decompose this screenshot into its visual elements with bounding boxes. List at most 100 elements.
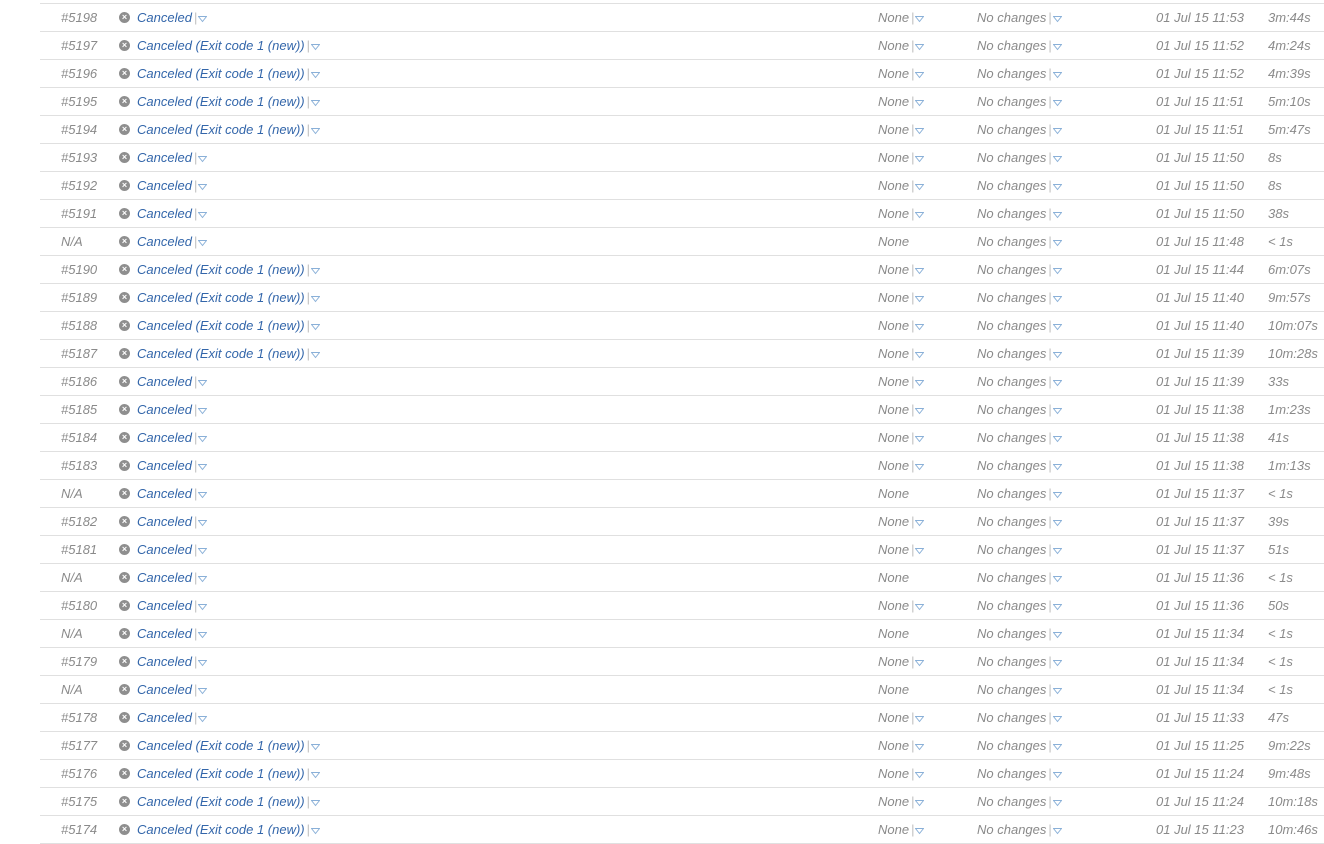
status-dropdown-arrow-icon[interactable] [198,491,208,499]
changes-dropdown-arrow-icon[interactable] [1052,771,1062,779]
build-status-link[interactable]: Canceled [137,710,192,725]
agent-dropdown-arrow-icon[interactable] [915,771,925,779]
build-status-link[interactable]: Canceled (Exit code 1 (new)) [137,346,305,361]
agent-dropdown-arrow-icon[interactable] [915,155,925,163]
status-dropdown-arrow-icon[interactable] [311,71,321,79]
agent-dropdown-arrow-icon[interactable] [915,43,925,51]
build-status-link[interactable]: Canceled [137,10,192,25]
changes-dropdown-arrow-icon[interactable] [1052,379,1062,387]
build-status-link[interactable]: Canceled (Exit code 1 (new)) [137,262,305,277]
agent-dropdown-arrow-icon[interactable] [915,435,925,443]
build-status-link[interactable]: Canceled [137,458,192,473]
changes-dropdown-arrow-icon[interactable] [1052,575,1062,583]
status-dropdown-arrow-icon[interactable] [311,127,321,135]
changes-dropdown-arrow-icon[interactable] [1052,267,1062,275]
status-dropdown-arrow-icon[interactable] [198,603,208,611]
agent-dropdown-arrow-icon[interactable] [915,71,925,79]
changes-dropdown-arrow-icon[interactable] [1052,211,1062,219]
status-dropdown-arrow-icon[interactable] [311,323,321,331]
changes-dropdown-arrow-icon[interactable] [1052,687,1062,695]
status-dropdown-arrow-icon[interactable] [198,211,208,219]
changes-dropdown-arrow-icon[interactable] [1052,407,1062,415]
status-dropdown-arrow-icon[interactable] [198,379,208,387]
status-dropdown-arrow-icon[interactable] [198,183,208,191]
build-status-link[interactable]: Canceled (Exit code 1 (new)) [137,318,305,333]
build-status-link[interactable]: Canceled [137,598,192,613]
changes-dropdown-arrow-icon[interactable] [1052,15,1062,23]
changes-dropdown-arrow-icon[interactable] [1052,715,1062,723]
status-dropdown-arrow-icon[interactable] [198,547,208,555]
status-dropdown-arrow-icon[interactable] [311,99,321,107]
build-status-link[interactable]: Canceled [137,430,192,445]
status-dropdown-arrow-icon[interactable] [198,715,208,723]
agent-dropdown-arrow-icon[interactable] [915,603,925,611]
changes-dropdown-arrow-icon[interactable] [1052,603,1062,611]
changes-dropdown-arrow-icon[interactable] [1052,71,1062,79]
changes-dropdown-arrow-icon[interactable] [1052,127,1062,135]
status-dropdown-arrow-icon[interactable] [198,519,208,527]
agent-dropdown-arrow-icon[interactable] [915,659,925,667]
status-dropdown-arrow-icon[interactable] [198,407,208,415]
changes-dropdown-arrow-icon[interactable] [1052,463,1062,471]
status-dropdown-arrow-icon[interactable] [311,743,321,751]
status-dropdown-arrow-icon[interactable] [198,631,208,639]
status-dropdown-arrow-icon[interactable] [198,659,208,667]
changes-dropdown-arrow-icon[interactable] [1052,799,1062,807]
status-dropdown-arrow-icon[interactable] [198,575,208,583]
build-status-link[interactable]: Canceled [137,682,192,697]
agent-dropdown-arrow-icon[interactable] [915,351,925,359]
changes-dropdown-arrow-icon[interactable] [1052,43,1062,51]
build-status-link[interactable]: Canceled (Exit code 1 (new)) [137,822,305,837]
build-status-link[interactable]: Canceled (Exit code 1 (new)) [137,766,305,781]
changes-dropdown-arrow-icon[interactable] [1052,323,1062,331]
changes-dropdown-arrow-icon[interactable] [1052,659,1062,667]
agent-dropdown-arrow-icon[interactable] [915,183,925,191]
agent-dropdown-arrow-icon[interactable] [915,463,925,471]
changes-dropdown-arrow-icon[interactable] [1052,295,1062,303]
build-status-link[interactable]: Canceled [137,150,192,165]
agent-dropdown-arrow-icon[interactable] [915,743,925,751]
build-status-link[interactable]: Canceled (Exit code 1 (new)) [137,738,305,753]
status-dropdown-arrow-icon[interactable] [311,827,321,835]
status-dropdown-arrow-icon[interactable] [198,687,208,695]
build-status-link[interactable]: Canceled (Exit code 1 (new)) [137,66,305,81]
agent-dropdown-arrow-icon[interactable] [915,379,925,387]
status-dropdown-arrow-icon[interactable] [311,295,321,303]
build-status-link[interactable]: Canceled [137,374,192,389]
build-status-link[interactable]: Canceled [137,514,192,529]
status-dropdown-arrow-icon[interactable] [311,267,321,275]
agent-dropdown-arrow-icon[interactable] [915,827,925,835]
status-dropdown-arrow-icon[interactable] [198,463,208,471]
build-status-link[interactable]: Canceled [137,234,192,249]
build-status-link[interactable]: Canceled (Exit code 1 (new)) [137,38,305,53]
build-status-link[interactable]: Canceled (Exit code 1 (new)) [137,290,305,305]
status-dropdown-arrow-icon[interactable] [198,15,208,23]
agent-dropdown-arrow-icon[interactable] [915,547,925,555]
changes-dropdown-arrow-icon[interactable] [1052,547,1062,555]
status-dropdown-arrow-icon[interactable] [198,155,208,163]
agent-dropdown-arrow-icon[interactable] [915,799,925,807]
agent-dropdown-arrow-icon[interactable] [915,211,925,219]
build-status-link[interactable]: Canceled (Exit code 1 (new)) [137,122,305,137]
status-dropdown-arrow-icon[interactable] [198,239,208,247]
status-dropdown-arrow-icon[interactable] [198,435,208,443]
status-dropdown-arrow-icon[interactable] [311,351,321,359]
build-status-link[interactable]: Canceled [137,206,192,221]
changes-dropdown-arrow-icon[interactable] [1052,183,1062,191]
changes-dropdown-arrow-icon[interactable] [1052,491,1062,499]
agent-dropdown-arrow-icon[interactable] [915,99,925,107]
status-dropdown-arrow-icon[interactable] [311,43,321,51]
agent-dropdown-arrow-icon[interactable] [915,267,925,275]
changes-dropdown-arrow-icon[interactable] [1052,743,1062,751]
agent-dropdown-arrow-icon[interactable] [915,15,925,23]
changes-dropdown-arrow-icon[interactable] [1052,631,1062,639]
agent-dropdown-arrow-icon[interactable] [915,407,925,415]
changes-dropdown-arrow-icon[interactable] [1052,239,1062,247]
changes-dropdown-arrow-icon[interactable] [1052,827,1062,835]
changes-dropdown-arrow-icon[interactable] [1052,155,1062,163]
build-status-link[interactable]: Canceled [137,570,192,585]
build-status-link[interactable]: Canceled [137,402,192,417]
status-dropdown-arrow-icon[interactable] [311,799,321,807]
changes-dropdown-arrow-icon[interactable] [1052,351,1062,359]
agent-dropdown-arrow-icon[interactable] [915,519,925,527]
